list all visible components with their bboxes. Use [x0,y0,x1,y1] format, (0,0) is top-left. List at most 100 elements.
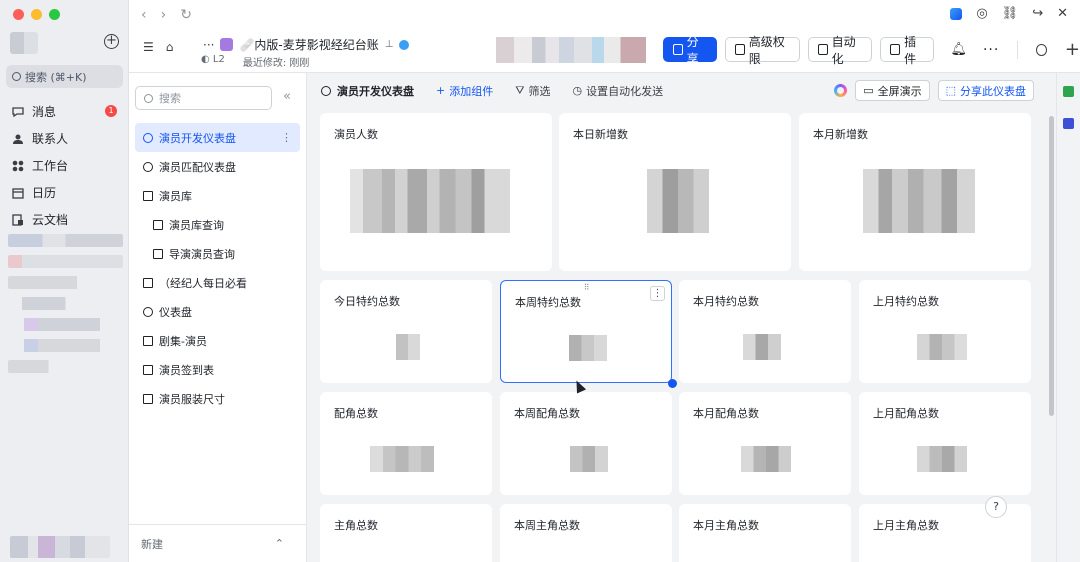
metric-card[interactable]: 本月主角总数 [679,504,851,562]
blurred-value [863,169,975,233]
sheet-icon[interactable] [1063,86,1074,97]
toggle-sidebar-icon[interactable]: ☰ [143,40,154,54]
close-window-button[interactable] [13,9,24,20]
bell-icon[interactable]: 🔔︎ [950,42,967,57]
doc-title[interactable]: 🩹内版-麦芽影视经纪台账 [239,36,378,53]
add-widget-label: 添加组件 [449,84,494,98]
clock-icon: ◷ [572,84,583,97]
metric-card[interactable]: 本周配角总数 [500,392,672,495]
dashboard-title-label: 演员开发仪表盘 [337,84,414,98]
metric-card[interactable]: 主角总数 [320,504,492,562]
sidebar-item[interactable]: 演员库 [135,181,300,210]
avatar[interactable] [10,32,38,54]
ai-assistant-icon[interactable] [834,84,848,97]
pin-icon[interactable]: ⊥ [385,39,394,50]
dashboard-toolbar: 演员开发仪表盘 + 添加组件 ⛛ 筛选 ◷ 设置自动化发送 ▭ 全屏演示 ⬚ 分享此… [307,73,1048,108]
maximize-window-button[interactable] [49,9,60,20]
compass-icon[interactable]: ◎ [976,6,987,21]
card-title: 本日新增数 [573,128,628,141]
scrollbar-thumb[interactable] [1049,116,1054,416]
plugins-button[interactable]: 插件 [880,35,935,66]
home-icon[interactable]: ⌂ [166,40,174,54]
resize-handle[interactable] [668,379,677,388]
rail-item-workplace[interactable]: 工作台 [0,152,129,179]
filter-button[interactable]: ⛛ 筛选 [515,83,550,99]
card-title: 本周主角总数 [514,519,580,532]
share-button[interactable]: 分享 [663,35,718,66]
metric-card[interactable]: 上月特约总数 [859,280,1031,383]
advanced-permission-button[interactable]: 高级权限 [725,35,800,66]
collapse-sidebar-icon[interactable]: « [283,89,291,104]
metric-card[interactable]: 今日特约总数 [320,280,492,383]
share-dashboard-button[interactable]: ⬚ 分享此仪表盘 [937,80,1034,101]
sidebar-item[interactable]: （经纪人每日必看 [135,268,300,297]
sidebar-search-input[interactable]: 搜索 [135,86,272,110]
rail-item-contacts[interactable]: 联系人 [0,125,129,152]
search-icon[interactable] [1036,43,1047,56]
new-button[interactable]: 新建 ⌃ [129,524,306,562]
metric-card[interactable]: 本月配角总数 [679,392,851,495]
auto-send-button[interactable]: ◷ 设置自动化发送 [572,83,663,99]
metric-card[interactable]: 上月配角总数 [859,392,1031,495]
more-crumbs-icon[interactable]: ··· [203,38,214,52]
sidebar-item-label: 剧集-演员 [159,334,207,348]
chevron-up-icon[interactable]: ⌃ [275,537,284,550]
dashboard-sidebar: 搜索 « 演员开发仪表盘 ⋮ 演员匹配仪表盘 演员库 演员库查询 导演演员查询 … [129,73,307,562]
add-circle-icon[interactable]: + [104,34,119,49]
sidebar-item[interactable]: 演员匹配仪表盘 [135,152,300,181]
share-dashboard-label: 分享此仪表盘 [960,84,1026,98]
drag-handle-icon[interactable]: ⠿ [584,283,590,292]
sidebar-item[interactable]: 演员库查询 [135,210,300,239]
sidebar-item-label: （经纪人每日必看 [159,276,247,290]
filter-icon: ⛛ [515,83,525,97]
global-search[interactable]: 搜索 (⌘+K) [6,65,123,88]
refresh-icon[interactable]: ↻ [180,7,192,23]
sidebar-item[interactable]: 仪表盘 [135,297,300,326]
sidebar-item[interactable]: 剧集-演员 [135,326,300,355]
add-widget-button[interactable]: + 添加组件 [436,83,493,99]
search-icon [12,72,21,81]
panel-icon[interactable] [1063,118,1074,129]
rail-item-messages[interactable]: 消息 1 [0,98,129,125]
metric-card[interactable]: 配角总数 [320,392,492,495]
metric-card-selected[interactable]: ⠿ 本周特约总数 ⋮ [500,280,677,388]
help-button[interactable]: ? [985,496,1007,518]
minimize-window-button[interactable] [31,9,42,20]
permission-icon [735,44,745,55]
rail-item-label: 工作台 [32,159,69,173]
fullscreen-label: 全屏演示 [877,84,922,98]
metric-card[interactable]: 演员人数 [320,113,552,271]
rail-item-label: 日历 [32,186,57,200]
metric-card[interactable]: 本日新增数 [559,113,791,271]
dashboard-icon [143,306,153,317]
link-icon[interactable]: ⛓ [1002,6,1019,21]
forward-share-icon[interactable]: ↪ [1032,6,1043,21]
back-icon[interactable]: ‹ [141,7,147,23]
puzzle-icon [890,44,901,55]
table-icon [143,364,153,375]
rail-item-calendar[interactable]: 日历 [0,179,129,206]
new-label: 新建 [141,537,163,551]
dashboard-toolbar-right: ▭ 全屏演示 ⬚ 分享此仪表盘 [834,80,1034,101]
close-icon[interactable]: ✕ [1057,6,1068,21]
forward-icon[interactable]: › [161,7,167,23]
more-vertical-icon[interactable]: ⋮ [281,131,292,144]
rail-item-cloud-docs[interactable]: 云文档 [0,206,129,233]
more-vertical-icon[interactable]: ⋮ [650,286,665,301]
metric-card[interactable]: 本周主角总数 [500,504,672,562]
sidebar-item[interactable]: 导演演员查询 [135,239,300,268]
dashboard-scrollbar[interactable] [1048,73,1056,562]
sidebar-item[interactable]: 演员开发仪表盘 ⋮ [135,123,300,152]
automation-button[interactable]: 自动化 [807,35,873,66]
presentation-icon: ▭ [863,84,874,97]
copilot-icon[interactable] [950,7,963,20]
doc-meta: ◐ L2 最近修改: 刚刚 [201,54,309,69]
plus-icon[interactable]: + [1065,39,1080,60]
automation-label: 自动化 [831,34,856,66]
sidebar-item[interactable]: 演员服装尺寸 [135,384,300,413]
more-icon[interactable]: ··· [983,42,999,58]
sidebar-item[interactable]: 演员签到表 [135,355,300,384]
metric-card[interactable]: 本月新增数 [799,113,1031,271]
metric-card[interactable]: 本月特约总数 [679,280,851,383]
fullscreen-button[interactable]: ▭ 全屏演示 [855,80,930,101]
